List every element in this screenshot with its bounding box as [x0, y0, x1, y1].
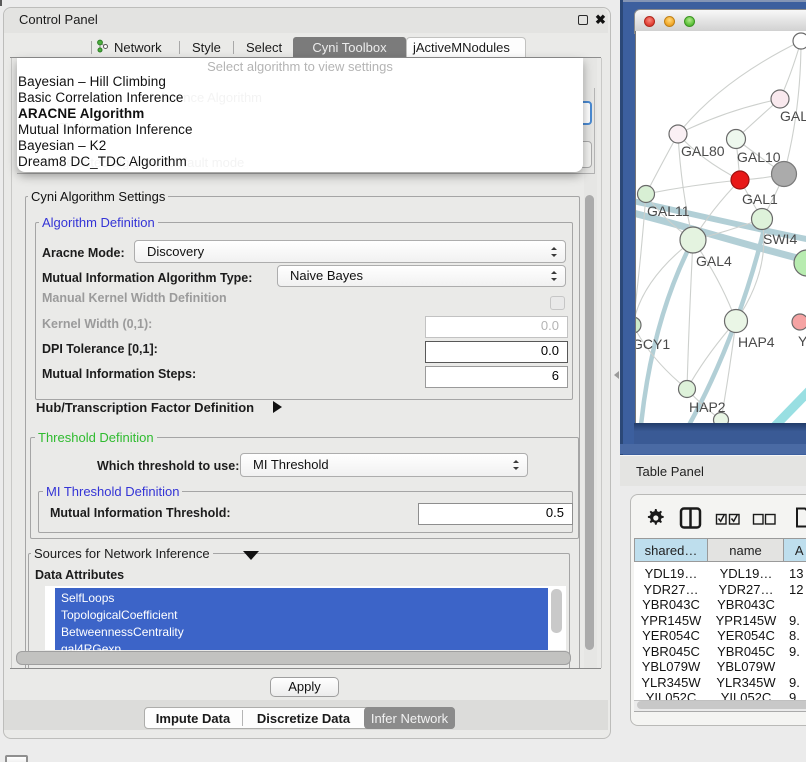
svg-text:HAP2: HAP2	[689, 399, 726, 415]
svg-text:GAL7: GAL7	[780, 108, 806, 124]
svg-text:GAL4: GAL4	[696, 253, 732, 269]
svg-text:SWI4: SWI4	[763, 231, 797, 247]
svg-text:GAL80: GAL80	[681, 143, 725, 159]
svg-text:YJ: YJ	[798, 333, 806, 349]
svg-text:GAL10: GAL10	[737, 149, 781, 165]
svg-text:GAL11: GAL11	[647, 203, 690, 219]
svg-text:GAL1: GAL1	[742, 191, 778, 207]
svg-text:GCY1: GCY1	[636, 336, 670, 352]
svg-text:HAP4: HAP4	[738, 334, 775, 350]
